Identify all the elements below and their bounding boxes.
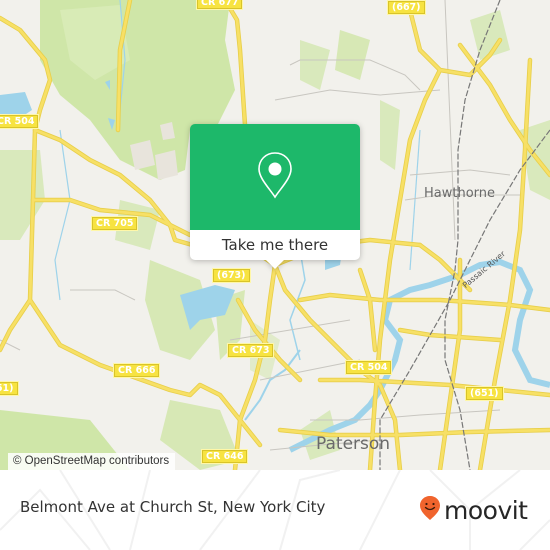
map-attribution[interactable]: © OpenStreetMap contributors <box>8 453 176 470</box>
road-shield-667: (667) <box>387 0 426 15</box>
moovit-wordmark: moovit <box>444 495 528 525</box>
popup-header <box>190 124 360 230</box>
location-title: Belmont Ave at Church St, New York City <box>20 498 326 516</box>
location-popup: Take me there <box>190 124 360 269</box>
road-shield-651-west: (651) <box>0 381 19 396</box>
footer-bar: Belmont Ave at Church St, New York City … <box>0 470 550 550</box>
moovit-smiley-pin-icon <box>419 495 441 525</box>
road-shield-cr-504-west: CR 504 <box>0 114 40 129</box>
place-label-paterson: Paterson <box>316 434 391 454</box>
road-shield-cr-504-east: CR 504 <box>345 360 393 375</box>
road-shield-cr-666: CR 666 <box>113 363 161 378</box>
moovit-logo[interactable]: moovit <box>419 495 528 525</box>
road-shield-651-east: (651) <box>465 386 504 401</box>
road-shield-cr-673: CR 673 <box>227 343 275 358</box>
popup-pointer <box>266 260 284 269</box>
road-shield-cr-705: CR 705 <box>91 216 139 231</box>
road-shield-cr-646: CR 646 <box>201 449 249 464</box>
place-label-hawthorne: Hawthorne <box>424 186 496 201</box>
road-shield-cr-677: CR 677 <box>196 0 244 10</box>
road-shield-673: (673) <box>212 268 251 283</box>
map-pin-icon <box>255 150 295 204</box>
take-me-there-button[interactable]: Take me there <box>190 230 360 260</box>
map-view[interactable]: CR 677 (667) CR 504 CR 705 (673) CR 673 … <box>0 0 550 470</box>
